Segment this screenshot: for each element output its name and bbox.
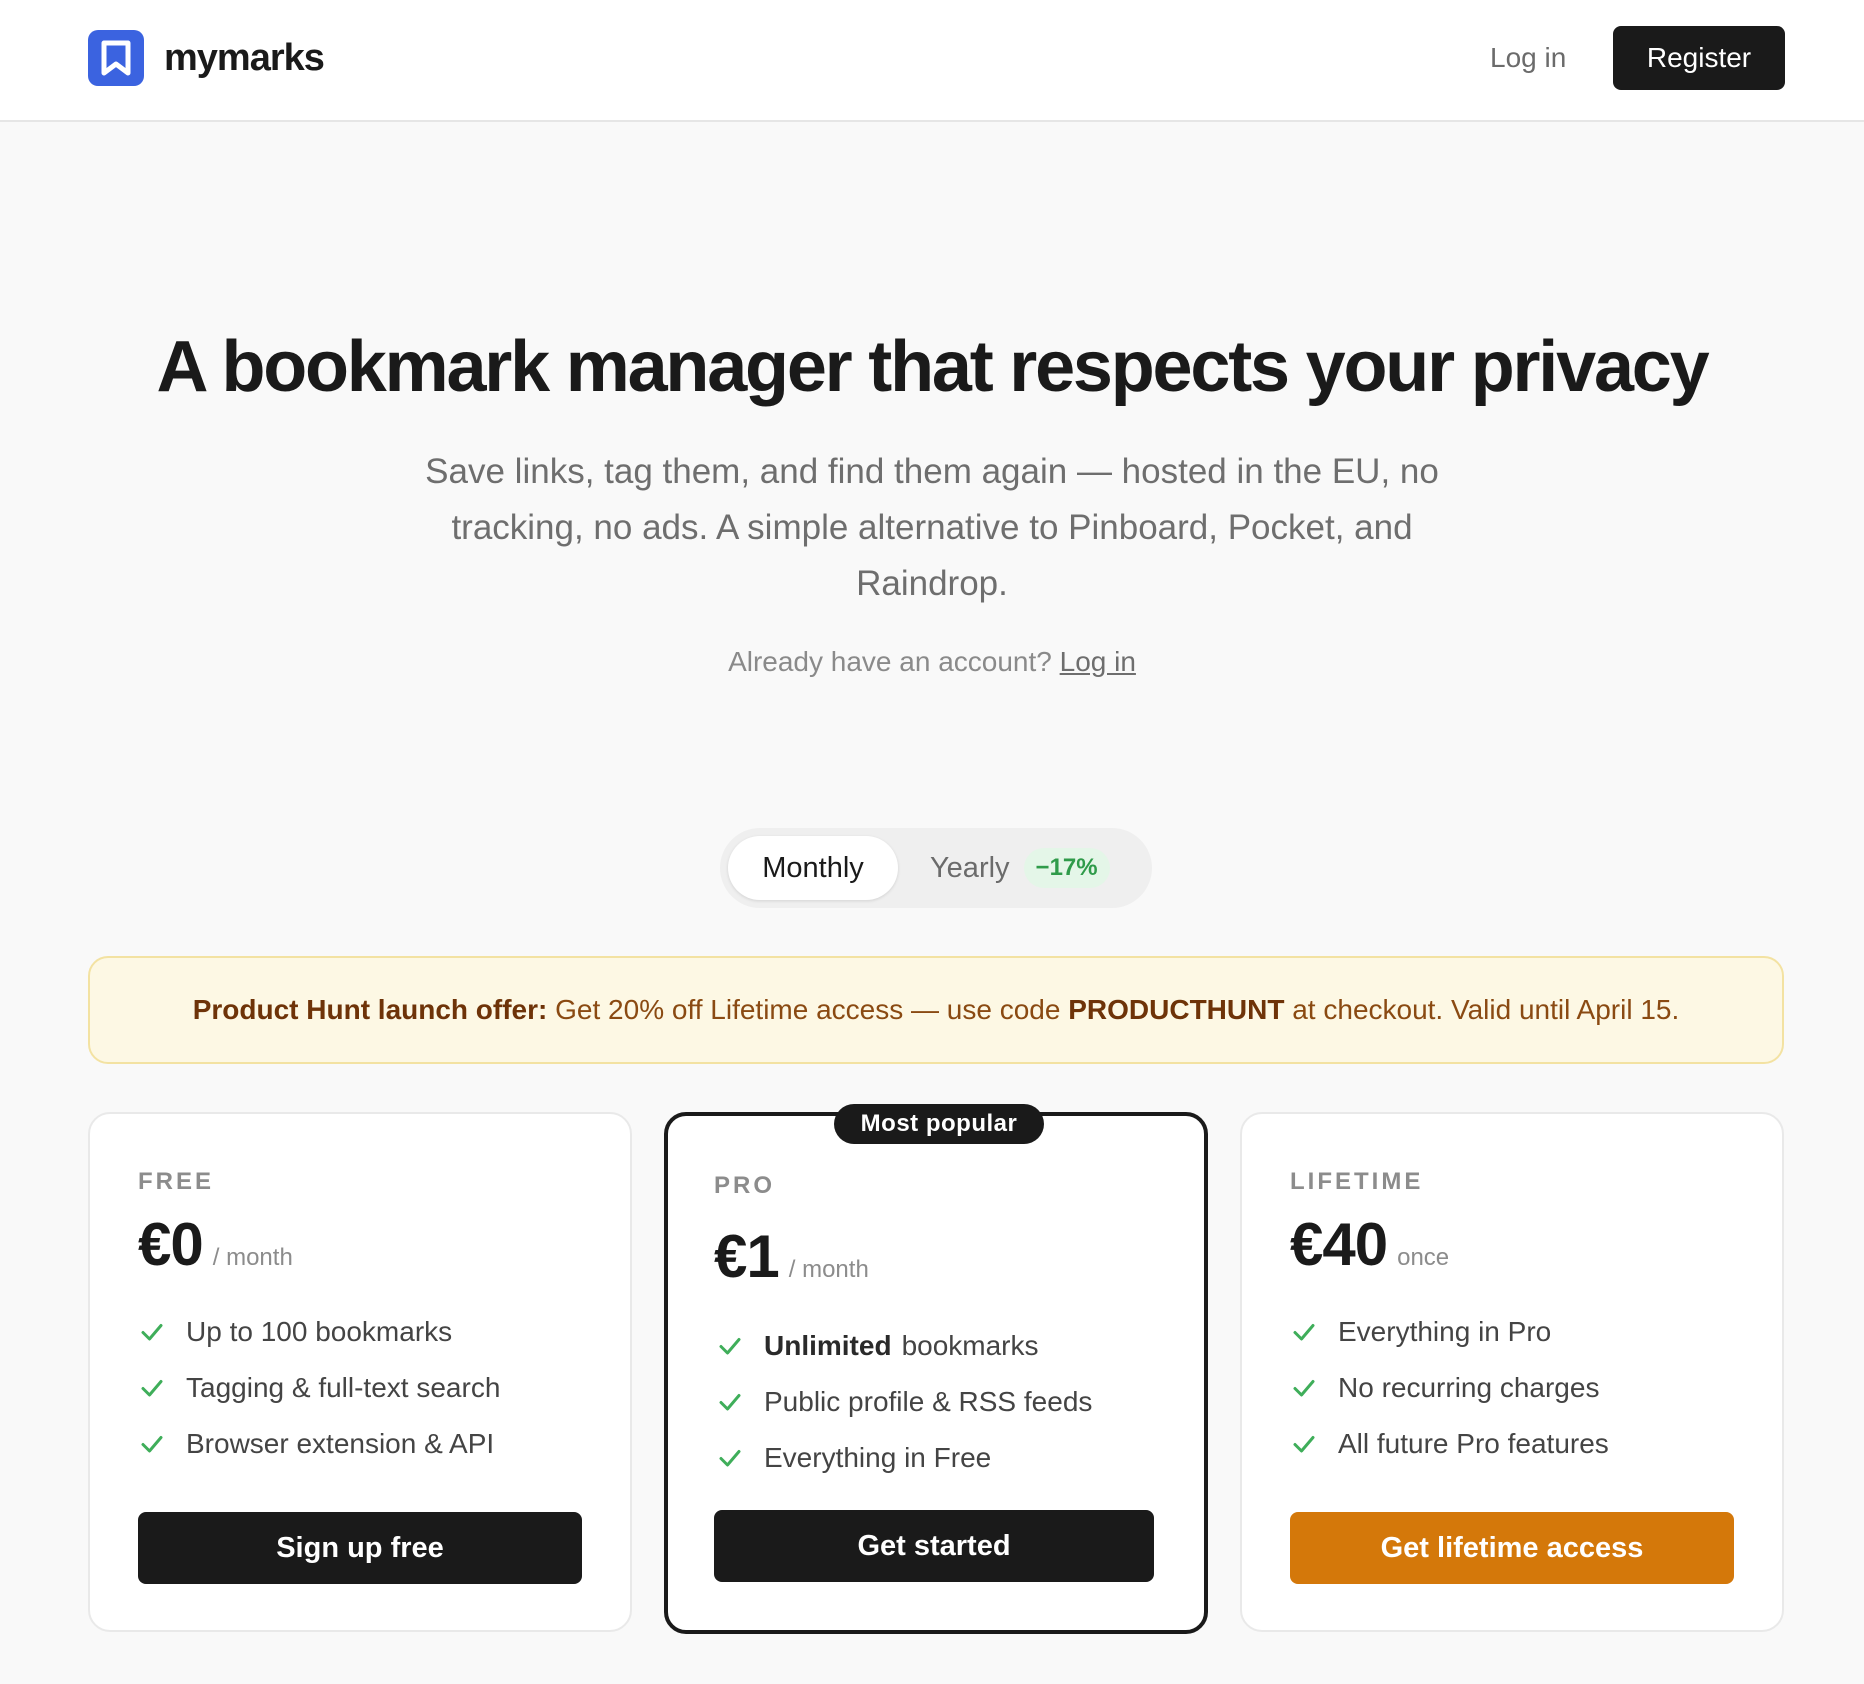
bookmark-icon (88, 30, 144, 86)
check-icon (138, 1374, 166, 1402)
get-started-button[interactable]: Get started (714, 1510, 1154, 1582)
feature-item: All future Pro features (1290, 1416, 1609, 1472)
promo-text-end: at checkout. Valid until April 15. (1292, 994, 1680, 1025)
get-lifetime-access-button[interactable]: Get lifetime access (1290, 1512, 1734, 1584)
toggle-monthly[interactable]: Monthly (728, 836, 898, 900)
plan-period: once (1397, 1244, 1450, 1271)
plan-price: €0 (138, 1211, 204, 1278)
feature-emphasis: Unlimited (764, 1330, 892, 1361)
sign-up-free-button[interactable]: Sign up free (138, 1512, 582, 1584)
feature-text: bookmarks (901, 1330, 1039, 1361)
hero-subtitle: Save links, tag them, and find them agai… (425, 452, 1439, 603)
check-icon (138, 1430, 166, 1458)
price-row: €0 / month (138, 1210, 293, 1279)
feature-item: Everything in Pro (1290, 1304, 1609, 1360)
feature-item: No recurring charges (1290, 1360, 1609, 1416)
toggle-yearly-label: Yearly (930, 852, 1010, 884)
brand-name: mymarks (164, 36, 325, 79)
login-link[interactable]: Log in (1490, 36, 1566, 80)
feature-text: No recurring charges (1338, 1372, 1600, 1403)
feature-list: Everything in Pro No recurring charges A… (1290, 1304, 1609, 1472)
feature-item: Browser extension & API (138, 1416, 500, 1472)
price-row: €1 / month (714, 1222, 869, 1291)
promo-lead: Product Hunt launch offer: (192, 994, 548, 1025)
feature-text: Everything in Free (764, 1442, 992, 1473)
check-icon (1290, 1318, 1318, 1346)
plan-price: €1 (714, 1223, 780, 1290)
most-popular-badge: Most popular (834, 1104, 1044, 1144)
feature-text: Tagging & full-text search (186, 1372, 501, 1403)
hero-login-link[interactable]: Log in (1060, 646, 1136, 677)
plan-name: LIFETIME (1290, 1168, 1424, 1195)
discount-badge: −17% (1023, 848, 1110, 888)
feature-item: Public profile & RSS feeds (716, 1374, 1092, 1430)
check-icon (1290, 1430, 1318, 1458)
site-header: mymarks Log in Register (0, 0, 1864, 122)
account-prompt-text: Already have an account? (728, 646, 1052, 677)
brand-logo[interactable]: mymarks (88, 30, 325, 86)
account-prompt: Already have an account? Log in (0, 646, 1864, 678)
check-icon (1290, 1374, 1318, 1402)
feature-item: Everything in Free (716, 1430, 1092, 1486)
check-icon (138, 1318, 166, 1346)
feature-text: All future Pro features (1338, 1428, 1609, 1459)
check-icon (716, 1388, 744, 1416)
promo-text: Get 20% off Lifetime access — use code (555, 994, 1061, 1025)
billing-toggle: Monthly Yearly −17% (720, 828, 1152, 908)
hero-title: A bookmark manager that respects your pr… (156, 327, 1710, 407)
feature-text: Public profile & RSS feeds (764, 1386, 1093, 1417)
plan-name: FREE (138, 1168, 215, 1195)
plan-card-free: FREE €0 / month Up to 100 bookmarks Tagg… (88, 1112, 632, 1632)
plan-period: / month (788, 1256, 869, 1283)
feature-text: Browser extension & API (186, 1428, 495, 1459)
price-row: €40 once (1290, 1210, 1449, 1279)
feature-text: Up to 100 bookmarks (186, 1316, 453, 1347)
feature-item: Unlimited bookmarks (716, 1318, 1092, 1374)
promo-banner: Product Hunt launch offer: Get 20% off L… (88, 956, 1784, 1064)
promo-code: PRODUCTHUNT (1068, 994, 1285, 1025)
plan-name: PRO (714, 1172, 776, 1199)
check-icon (716, 1444, 744, 1472)
feature-item: Tagging & full-text search (138, 1360, 500, 1416)
feature-item: Up to 100 bookmarks (138, 1304, 500, 1360)
feature-list: Up to 100 bookmarks Tagging & full-text … (138, 1304, 500, 1472)
check-icon (716, 1332, 744, 1360)
plan-card-pro: Most popular PRO €1 / month Unlimited bo… (664, 1104, 1208, 1634)
plan-period: / month (212, 1244, 293, 1271)
plan-card-lifetime: LIFETIME €40 once Everything in Pro No r… (1240, 1112, 1784, 1632)
toggle-yearly[interactable]: Yearly −17% (930, 836, 1110, 900)
feature-list: Unlimited bookmarks Public profile & RSS… (716, 1318, 1092, 1486)
plan-price: €40 (1290, 1211, 1388, 1278)
feature-text: Everything in Pro (1338, 1316, 1552, 1347)
register-button[interactable]: Register (1613, 26, 1785, 90)
